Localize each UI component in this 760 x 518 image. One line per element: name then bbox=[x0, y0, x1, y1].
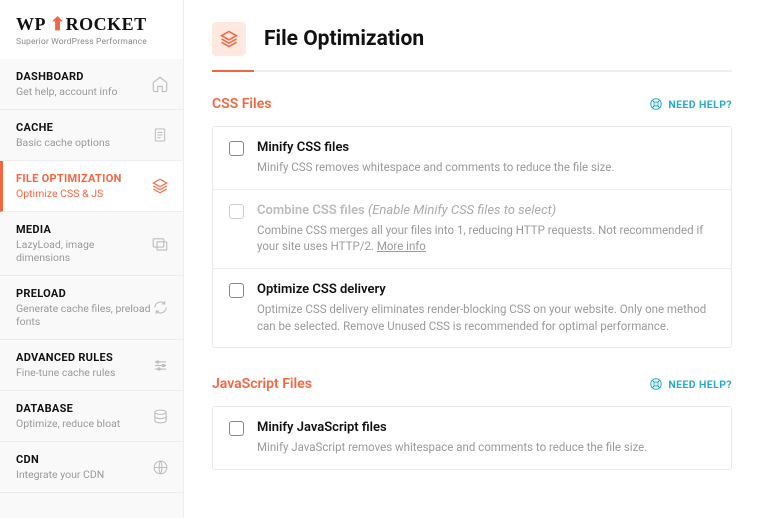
main: File Optimization CSS Files NEED HELP? M… bbox=[184, 0, 760, 518]
checkbox-combine-css bbox=[229, 204, 244, 219]
opt-title: Optimize CSS delivery bbox=[257, 282, 715, 297]
help-icon bbox=[649, 377, 663, 391]
page-title: File Optimization bbox=[264, 27, 424, 51]
css-section-head: CSS Files NEED HELP? bbox=[212, 96, 732, 112]
nav-preload[interactable]: PRELOADGenerate cache files, preload fon… bbox=[0, 276, 183, 340]
css-panel: Minify CSS files Minify CSS removes whit… bbox=[212, 126, 732, 348]
logo-tagline: Superior WordPress Performance bbox=[16, 37, 167, 47]
checkbox-optimize-css[interactable] bbox=[229, 283, 244, 298]
checkbox-minify-css[interactable] bbox=[229, 141, 244, 156]
option-minify-js: Minify JavaScript files Minify JavaScrip… bbox=[213, 407, 731, 469]
sidebar: WP ⬆ROCKET Superior WordPress Performanc… bbox=[0, 0, 184, 518]
opt-title: Minify JavaScript files bbox=[257, 420, 647, 435]
option-minify-css: Minify CSS files Minify CSS removes whit… bbox=[213, 127, 731, 189]
js-section-title: JavaScript Files bbox=[212, 376, 312, 392]
nav: DASHBOARDGet help, account info CACHEBas… bbox=[0, 59, 183, 493]
doc-icon bbox=[151, 126, 169, 144]
option-combine-css: Combine CSS files (Enable Minify CSS fil… bbox=[213, 189, 731, 268]
db-icon bbox=[151, 407, 169, 425]
opt-desc: Optimize CSS delivery eliminates render-… bbox=[257, 301, 715, 334]
nav-cache[interactable]: CACHEBasic cache options bbox=[0, 110, 183, 161]
layers-icon bbox=[151, 177, 169, 195]
more-info-link[interactable]: More info bbox=[377, 239, 426, 253]
checkbox-minify-js[interactable] bbox=[229, 421, 244, 436]
need-help-button[interactable]: NEED HELP? bbox=[649, 97, 732, 111]
page-header: File Optimization bbox=[184, 0, 760, 70]
opt-desc: Minify JavaScript removes whitespace and… bbox=[257, 439, 647, 456]
layers-icon bbox=[212, 22, 246, 56]
js-panel: Minify JavaScript files Minify JavaScrip… bbox=[212, 406, 732, 470]
media-icon bbox=[151, 235, 169, 253]
help-icon bbox=[649, 97, 663, 111]
nav-dashboard[interactable]: DASHBOARDGet help, account info bbox=[0, 59, 183, 110]
logo-wp: WP bbox=[16, 14, 45, 34]
nav-advanced-rules[interactable]: ADVANCED RULESFine-tune cache rules bbox=[0, 340, 183, 391]
refresh-icon bbox=[151, 299, 169, 317]
sliders-icon bbox=[151, 356, 169, 374]
nav-cdn[interactable]: CDNIntegrate your CDN bbox=[0, 442, 183, 493]
nav-media[interactable]: MEDIALazyLoad, image dimensions bbox=[0, 212, 183, 276]
opt-desc: Minify CSS removes whitespace and commen… bbox=[257, 159, 614, 176]
js-section-head: JavaScript Files NEED HELP? bbox=[212, 376, 732, 392]
nav-file-optimization[interactable]: FILE OPTIMIZATIONOptimize CSS & JS bbox=[0, 161, 183, 212]
home-icon bbox=[151, 75, 169, 93]
opt-desc: Combine CSS merges all your files into 1… bbox=[257, 222, 715, 255]
css-section-title: CSS Files bbox=[212, 96, 271, 112]
opt-title: Combine CSS files (Enable Minify CSS fil… bbox=[257, 203, 715, 218]
nav-database[interactable]: DATABASEOptimize, reduce bloat bbox=[0, 391, 183, 442]
opt-title: Minify CSS files bbox=[257, 140, 614, 155]
need-help-button[interactable]: NEED HELP? bbox=[649, 377, 732, 391]
logo-rocket: ROCKET bbox=[66, 14, 147, 34]
option-optimize-css-delivery: Optimize CSS delivery Optimize CSS deliv… bbox=[213, 268, 731, 347]
globe-icon bbox=[151, 458, 169, 476]
logo: WP ⬆ROCKET Superior WordPress Performanc… bbox=[0, 0, 183, 59]
